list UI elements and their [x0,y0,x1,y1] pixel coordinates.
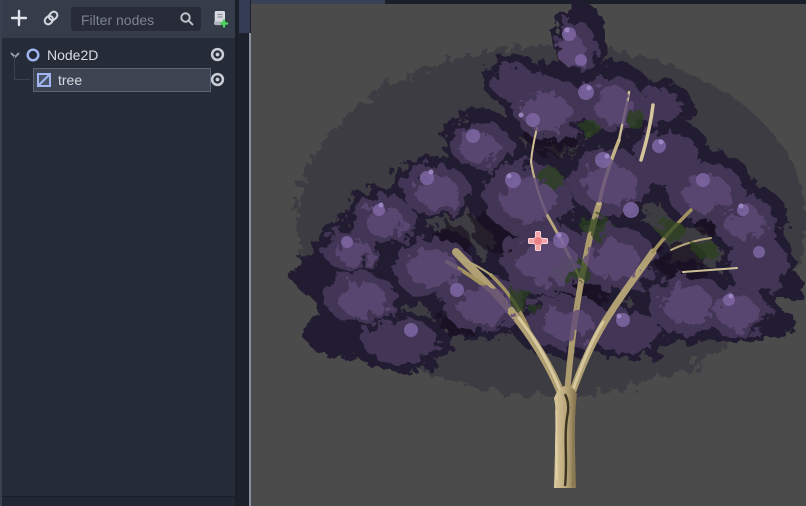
2d-viewport[interactable] [251,0,806,506]
node-label: Node2D [47,47,98,63]
magnifier-icon [179,11,195,32]
godot-editor: Node2D [0,0,806,506]
visibility-eye-icon-tree[interactable] [207,69,228,90]
add-node-button[interactable] [7,7,31,31]
tree-connector-line [14,79,30,80]
tree-row-node2d[interactable]: Node2D [2,42,235,67]
instance-scene-button[interactable] [39,7,63,31]
filter-nodes-box [71,7,201,31]
tree-row-tree[interactable]: tree [2,67,235,92]
selected-row-highlight[interactable]: tree [33,68,211,92]
chain-link-icon [41,8,61,31]
plus-icon [9,8,29,31]
sprite-icon [36,72,52,88]
filter-nodes-input[interactable] [79,7,179,33]
attach-script-button[interactable] [207,7,231,31]
collapse-chevron-icon[interactable] [8,48,22,62]
node2d-circle-icon [25,47,41,63]
script-plus-icon [209,8,229,31]
splitter-top-block [239,0,250,33]
visibility-eye-icon-node2d[interactable] [207,44,228,65]
dock-bottom-strip [2,496,235,506]
tree-connector-line [14,56,15,79]
node-label: tree [58,72,82,88]
scene-dock-toolbar [2,0,235,38]
scene-tree: Node2D [2,38,235,497]
scene-dock: Node2D [0,0,238,506]
tree-sprite[interactable] [251,0,806,506]
